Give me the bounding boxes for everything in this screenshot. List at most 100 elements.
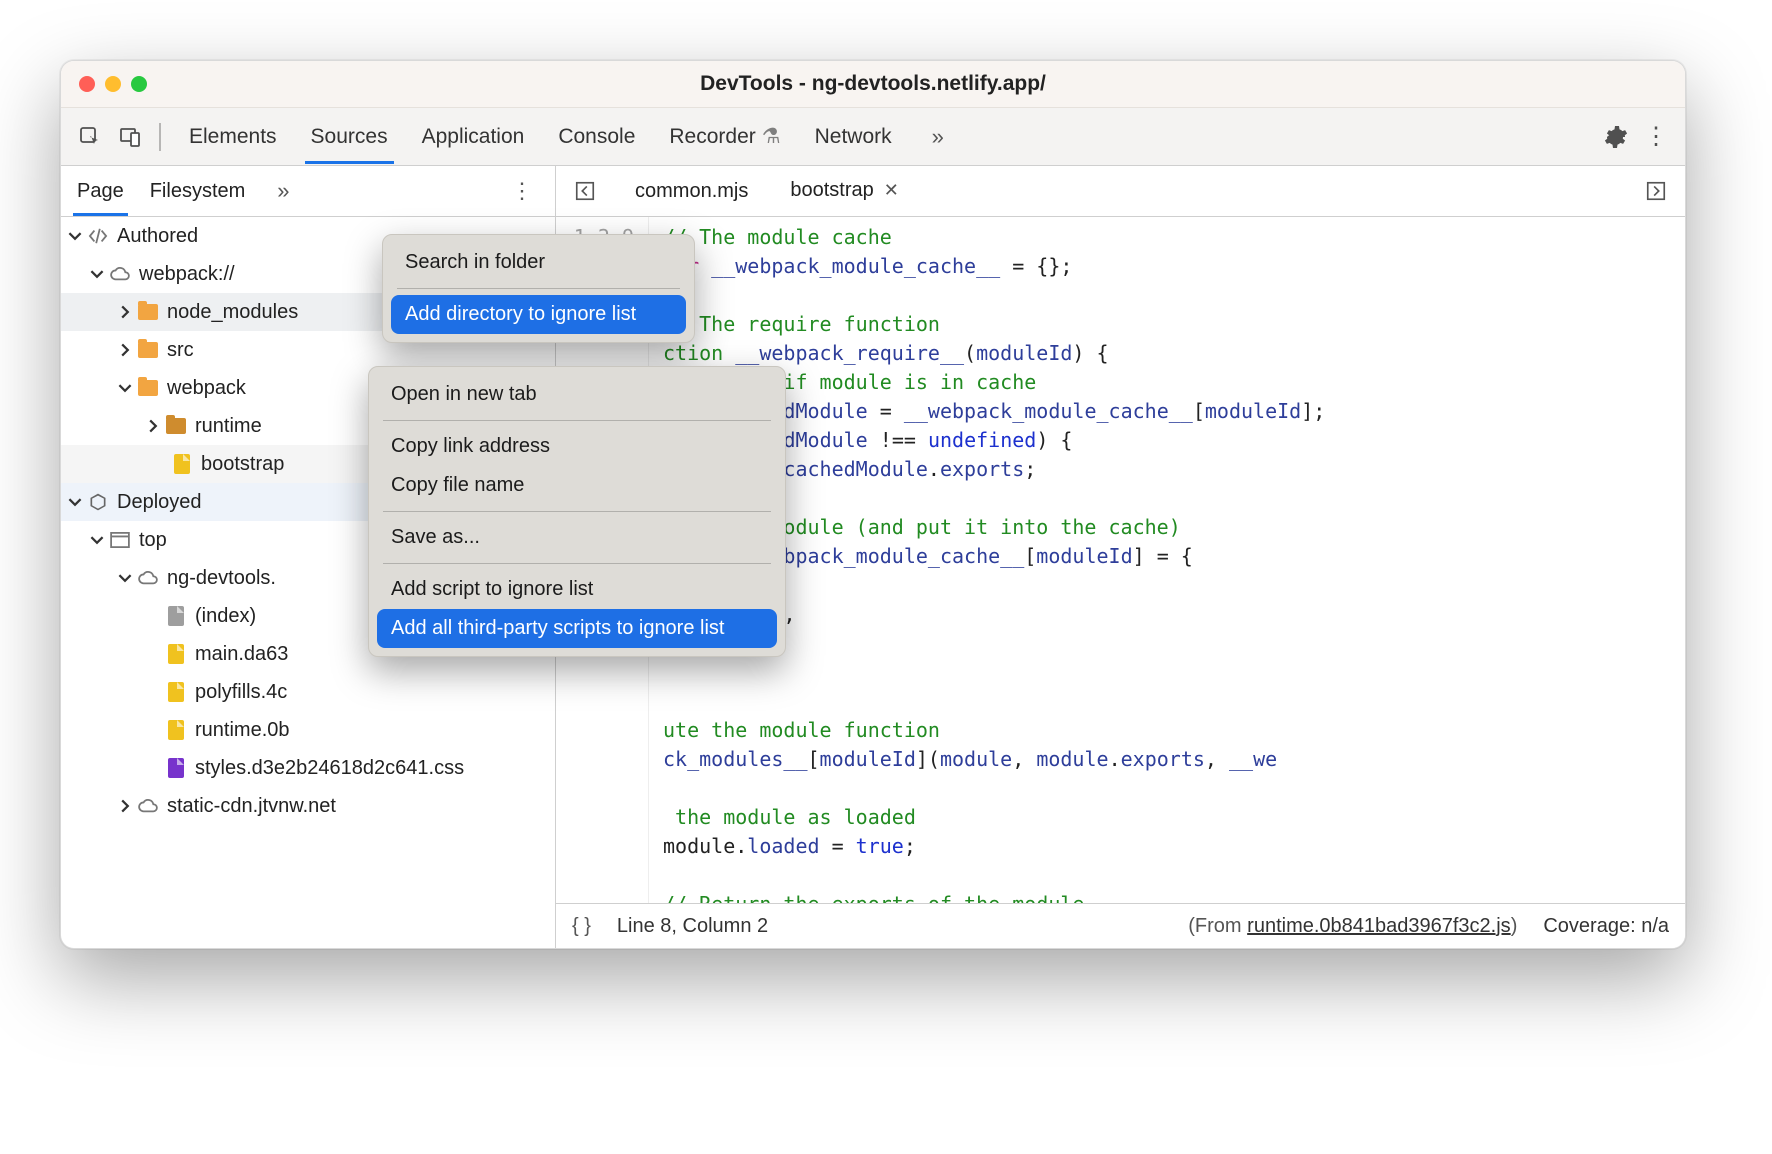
menu-separator: [383, 420, 771, 421]
disclosure-right-icon[interactable]: [117, 342, 133, 358]
tree-label: ng-devtools.: [167, 559, 276, 597]
navigator-tabs: Page Filesystem » ⋮: [61, 166, 555, 217]
tab-network[interactable]: Network: [813, 111, 894, 163]
menu-search-folder[interactable]: Search in folder: [391, 243, 686, 282]
disclosure-right-icon[interactable]: [145, 418, 161, 434]
minimize-window-button[interactable]: [105, 76, 121, 92]
disclosure-down-icon[interactable]: [89, 266, 105, 282]
menu-ignore-dir[interactable]: Add directory to ignore list: [391, 295, 686, 334]
close-tab-icon[interactable]: ✕: [884, 180, 899, 201]
code-content[interactable]: // The module cachevar __webpack_module_…: [649, 217, 1685, 903]
menu-separator: [383, 563, 771, 564]
folder-icon: [137, 301, 159, 323]
window-controls: [61, 76, 147, 92]
js-file-icon: [165, 681, 187, 703]
tree-label: Deployed: [117, 483, 202, 521]
settings-gear-icon[interactable]: [1597, 118, 1635, 156]
navigator-more-icon[interactable]: ⋮: [505, 178, 541, 204]
tree-label: runtime: [195, 407, 262, 445]
folder-icon: [165, 415, 187, 437]
disclosure-down-icon[interactable]: [67, 494, 83, 510]
editor-tab-bootstrap[interactable]: bootstrap ✕: [771, 168, 917, 215]
menu-separator: [397, 288, 680, 289]
tree-static-host[interactable]: static-cdn.jtvnw.net: [61, 787, 555, 825]
coverage-status: Coverage: n/a: [1543, 915, 1669, 938]
navtab-overflow[interactable]: »: [269, 178, 297, 204]
tree-file-polyfills[interactable]: polyfills.4c: [61, 673, 555, 711]
frame-icon: [109, 529, 131, 551]
maximize-window-button[interactable]: [131, 76, 147, 92]
tab-recorder[interactable]: Recorder⚗︎: [667, 110, 782, 163]
tree-label: static-cdn.jtvnw.net: [167, 787, 336, 825]
lab-icon: ⚗︎: [762, 125, 781, 148]
js-file-icon: [171, 453, 193, 475]
tree-label: runtime.0b: [195, 711, 290, 749]
tab-application[interactable]: Application: [420, 111, 527, 163]
tree-label: main.da63: [195, 635, 288, 673]
toolbar-separator: [159, 123, 161, 151]
tab-console[interactable]: Console: [556, 111, 637, 163]
file-icon: [165, 605, 187, 627]
menu-ignore-third-party[interactable]: Add all third-party scripts to ignore li…: [377, 609, 777, 648]
folder-icon: [137, 377, 159, 399]
editor-tabs: common.mjs bootstrap ✕: [556, 166, 1685, 217]
cursor-position: Line 8, Column 2: [617, 915, 768, 938]
js-file-icon: [165, 643, 187, 665]
pretty-print-icon[interactable]: { }: [572, 915, 591, 938]
file-context-menu[interactable]: Open in new tab Copy link address Copy f…: [368, 366, 786, 657]
tree-label: src: [167, 331, 194, 369]
tree-file-styles[interactable]: styles.d3e2b24618d2c641.css: [61, 749, 555, 787]
tree-label: (index): [195, 597, 256, 635]
cloud-icon: [137, 795, 159, 817]
more-menu-icon[interactable]: ⋮: [1637, 118, 1675, 156]
deployed-icon: [87, 491, 109, 513]
tree-label: top: [139, 521, 167, 559]
tree-label: webpack: [167, 369, 246, 407]
titlebar: DevTools - ng-devtools.netlify.app/: [61, 61, 1685, 108]
tree-file-runtime[interactable]: runtime.0b: [61, 711, 555, 749]
menu-copy-link[interactable]: Copy link address: [377, 427, 777, 466]
disclosure-down-icon[interactable]: [89, 532, 105, 548]
tabs-overflow-button[interactable]: »: [924, 124, 952, 150]
navigator-panel: Page Filesystem » ⋮ Authored w: [61, 166, 556, 948]
cloud-icon: [137, 567, 159, 589]
tree-label: polyfills.4c: [195, 673, 287, 711]
tab-elements[interactable]: Elements: [187, 111, 279, 163]
js-file-icon: [165, 719, 187, 741]
tree-label: webpack://: [139, 255, 235, 293]
tree-label: Authored: [117, 217, 198, 255]
tab-sources[interactable]: Sources: [309, 111, 390, 163]
nav-next-icon[interactable]: [1637, 172, 1675, 210]
navtab-page[interactable]: Page: [75, 168, 126, 215]
tree-label: node_modules: [167, 293, 298, 331]
menu-copy-file-name[interactable]: Copy file name: [377, 466, 777, 505]
devtools-window: DevTools - ng-devtools.netlify.app/ Elem…: [60, 60, 1686, 949]
cloud-icon: [109, 263, 131, 285]
editor-tab-common[interactable]: common.mjs: [616, 169, 767, 214]
panel-tabs: Elements Sources Application Console Rec…: [171, 110, 1595, 163]
navtab-filesystem[interactable]: Filesystem: [148, 168, 248, 215]
main-layout: Page Filesystem » ⋮ Authored w: [61, 166, 1685, 948]
tree-label: bootstrap: [201, 445, 284, 483]
nav-prev-icon[interactable]: [566, 172, 604, 210]
folder-context-menu[interactable]: Search in folder Add directory to ignore…: [382, 234, 695, 343]
menu-save-as[interactable]: Save as...: [377, 518, 777, 557]
disclosure-down-icon[interactable]: [117, 570, 133, 586]
source-from-link[interactable]: runtime.0b841bad3967f3c2.js: [1247, 915, 1511, 937]
source-from: (From runtime.0b841bad3967f3c2.js): [1188, 915, 1517, 938]
tree-label: styles.d3e2b24618d2c641.css: [195, 749, 464, 787]
menu-separator: [383, 511, 771, 512]
close-window-button[interactable]: [79, 76, 95, 92]
window-title: DevTools - ng-devtools.netlify.app/: [61, 72, 1685, 96]
device-toolbar-icon[interactable]: [111, 118, 149, 156]
disclosure-down-icon[interactable]: [67, 228, 83, 244]
authored-icon: [87, 225, 109, 247]
disclosure-right-icon[interactable]: [117, 798, 133, 814]
folder-icon: [137, 339, 159, 361]
disclosure-right-icon[interactable]: [117, 304, 133, 320]
menu-open-new-tab[interactable]: Open in new tab: [377, 375, 777, 414]
main-toolbar: Elements Sources Application Console Rec…: [61, 108, 1685, 166]
inspect-element-icon[interactable]: [71, 118, 109, 156]
menu-ignore-script[interactable]: Add script to ignore list: [377, 570, 777, 609]
disclosure-down-icon[interactable]: [117, 380, 133, 396]
